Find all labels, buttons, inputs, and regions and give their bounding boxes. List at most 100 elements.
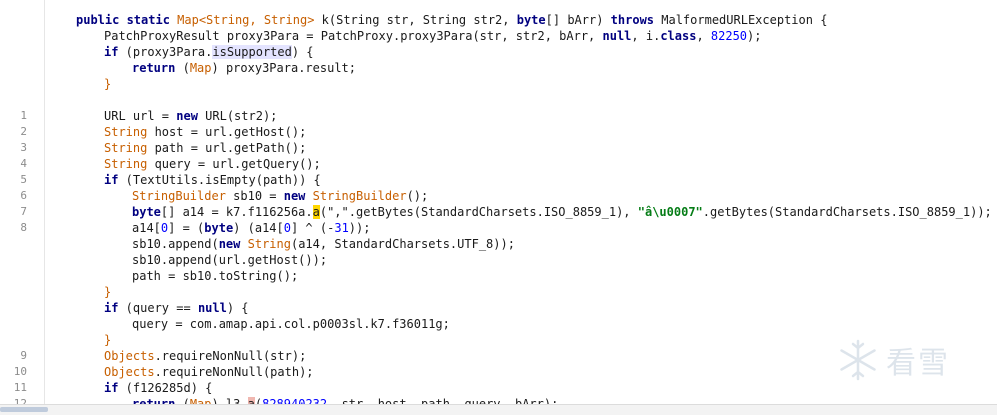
code-token: 82250 xyxy=(710,29,748,43)
code-token: StringBuilder xyxy=(312,189,407,203)
code-line[interactable]: if (query == null) { xyxy=(0,300,997,316)
code-text: StringBuilder sb10 = new StringBuilder()… xyxy=(132,188,428,204)
code-token: PatchProxyResult proxy3Para = PatchProxy… xyxy=(104,29,603,43)
code-token: URL url = xyxy=(104,109,177,123)
code-line[interactable]: 7 byte[] a14 = k7.f116256a.a(",".getBytes… xyxy=(0,204,997,220)
code-token: ) (a14[ xyxy=(233,221,284,235)
code-line[interactable]: if (proxy3Para.isSupported) { xyxy=(0,44,997,60)
code-token: Objects xyxy=(104,365,155,379)
code-text: if (TextUtils.isEmpty(path)) { xyxy=(104,172,321,188)
code-line[interactable]: path = sb10.toString(); xyxy=(0,268,997,284)
code-text: byte[] a14 = k7.f116256a.a(",".getBytes(… xyxy=(132,204,992,220)
code-token: ) { xyxy=(226,301,249,315)
watermark-text: 看雪 xyxy=(886,346,950,381)
line-number: 10 xyxy=(13,365,27,378)
line-number: 9 xyxy=(20,349,27,362)
code-line[interactable]: 8 a14[0] = (byte) (a14[0] ^ (-31)); xyxy=(0,220,997,236)
code-token: if xyxy=(104,301,119,315)
line-number: 4 xyxy=(20,157,27,170)
code-line[interactable]: sb10.append(url.getHost()); xyxy=(0,252,997,268)
code-token: } xyxy=(104,77,112,91)
code-token: public static xyxy=(76,13,178,27)
code-token: 31 xyxy=(334,221,349,235)
code-text: return (Map) proxy3Para.result; xyxy=(132,60,356,76)
code-token: (proxy3Para. xyxy=(118,45,213,59)
code-token: MalformedURLException { xyxy=(654,13,828,27)
line-number: 1 xyxy=(20,109,27,122)
code-token: 0 xyxy=(283,221,291,235)
code-token: k(String str, String str2, xyxy=(314,13,517,27)
line-number: 7 xyxy=(20,205,27,218)
code-text: if (f126285d) { xyxy=(104,380,212,396)
code-token: query = com.amap.api.col.p0003sl.k7.f360… xyxy=(132,317,450,331)
code-token: isSupported xyxy=(212,45,292,59)
code-token: ) { xyxy=(291,45,314,59)
code-text: } xyxy=(104,332,111,348)
code-token: query = url.getQuery(); xyxy=(147,157,321,171)
code-line[interactable]: 2 String host = url.getHost(); xyxy=(0,124,997,140)
code-token: return xyxy=(132,61,176,75)
line-number: 6 xyxy=(20,189,27,202)
code-token: String xyxy=(247,237,291,251)
horizontal-scrollbar[interactable] xyxy=(0,404,997,415)
line-number: 11 xyxy=(13,381,27,394)
code-token: Map xyxy=(189,61,212,75)
code-token: class xyxy=(660,29,697,43)
code-text: if (proxy3Para.isSupported) { xyxy=(104,44,314,60)
code-token: sb10.append(url.getHost()); xyxy=(132,253,328,267)
code-line[interactable]: public static Map<String, String> k(Stri… xyxy=(0,12,997,28)
code-line[interactable]: 6 StringBuilder sb10 = new StringBuilder(… xyxy=(0,188,997,204)
code-token: , i. xyxy=(631,29,661,43)
line-number: 8 xyxy=(20,221,27,234)
code-text: String path = url.getPath(); xyxy=(104,140,306,156)
code-token: (",".getBytes(StandardCharsets.ISO_8859_… xyxy=(319,205,638,219)
code-line[interactable]: } xyxy=(0,284,997,300)
code-token: "â\u0007" xyxy=(637,205,703,219)
code-token: a14[ xyxy=(132,221,161,235)
code-token: URL(str2); xyxy=(197,109,278,123)
code-token: ( xyxy=(175,61,190,75)
code-token: } xyxy=(104,333,112,347)
code-token: sb10.append( xyxy=(132,237,219,251)
code-token: (a14, StandardCharsets.UTF_8)); xyxy=(290,237,515,251)
code-text: path = sb10.toString(); xyxy=(132,268,298,284)
code-text: sb10.append(url.getHost()); xyxy=(132,252,327,268)
code-token: )); xyxy=(348,221,371,235)
code-line[interactable]: } xyxy=(0,76,997,92)
code-token: StringBuilder xyxy=(132,189,226,203)
code-token: (); xyxy=(406,189,429,203)
code-token: host = url.getHost(); xyxy=(147,125,307,139)
code-token: byte xyxy=(132,205,161,219)
code-token: new xyxy=(283,189,306,203)
code-token: , xyxy=(696,29,711,43)
code-token: .requireNonNull(str); xyxy=(154,349,307,363)
code-line[interactable]: 5 if (TextUtils.isEmpty(path)) { xyxy=(0,172,997,188)
code-line[interactable]: sb10.append(new String(a14, StandardChar… xyxy=(0,236,997,252)
code-line[interactable]: PatchProxyResult proxy3Para = PatchProxy… xyxy=(0,28,997,44)
code-token: String xyxy=(104,157,148,171)
code-token: if xyxy=(104,45,119,59)
code-line[interactable]: 1 URL url = new URL(str2); xyxy=(0,108,997,124)
code-line[interactable]: 3 String path = url.getPath(); xyxy=(0,140,997,156)
code-line[interactable]: return (Map) proxy3Para.result; xyxy=(0,60,997,76)
line-number: 2 xyxy=(20,125,27,138)
code-token: new xyxy=(218,237,241,251)
code-token: ] = ( xyxy=(168,221,205,235)
code-text: query = com.amap.api.col.p0003sl.k7.f360… xyxy=(132,316,450,332)
code-text: a14[0] = (byte) (a14[0] ^ (-31)); xyxy=(132,220,370,236)
scrollbar-thumb[interactable] xyxy=(0,407,48,412)
code-token: (TextUtils.isEmpty(path)) { xyxy=(118,173,321,187)
code-token: ] ^ (- xyxy=(290,221,335,235)
code-line[interactable]: query = com.amap.api.col.p0003sl.k7.f360… xyxy=(0,316,997,332)
code-token: ) proxy3Para.result; xyxy=(211,61,357,75)
code-token: .getBytes(StandardCharsets.ISO_8859_1)); xyxy=(702,205,992,219)
code-text: String query = url.getQuery(); xyxy=(104,156,321,172)
code-token: ); xyxy=(747,29,762,43)
code-line[interactable] xyxy=(0,92,997,108)
code-line[interactable]: 4 String query = url.getQuery(); xyxy=(0,156,997,172)
code-token: .requireNonNull(path); xyxy=(154,365,314,379)
line-number: 3 xyxy=(20,141,27,154)
code-token: Objects xyxy=(104,349,155,363)
code-token: byte xyxy=(204,221,234,235)
